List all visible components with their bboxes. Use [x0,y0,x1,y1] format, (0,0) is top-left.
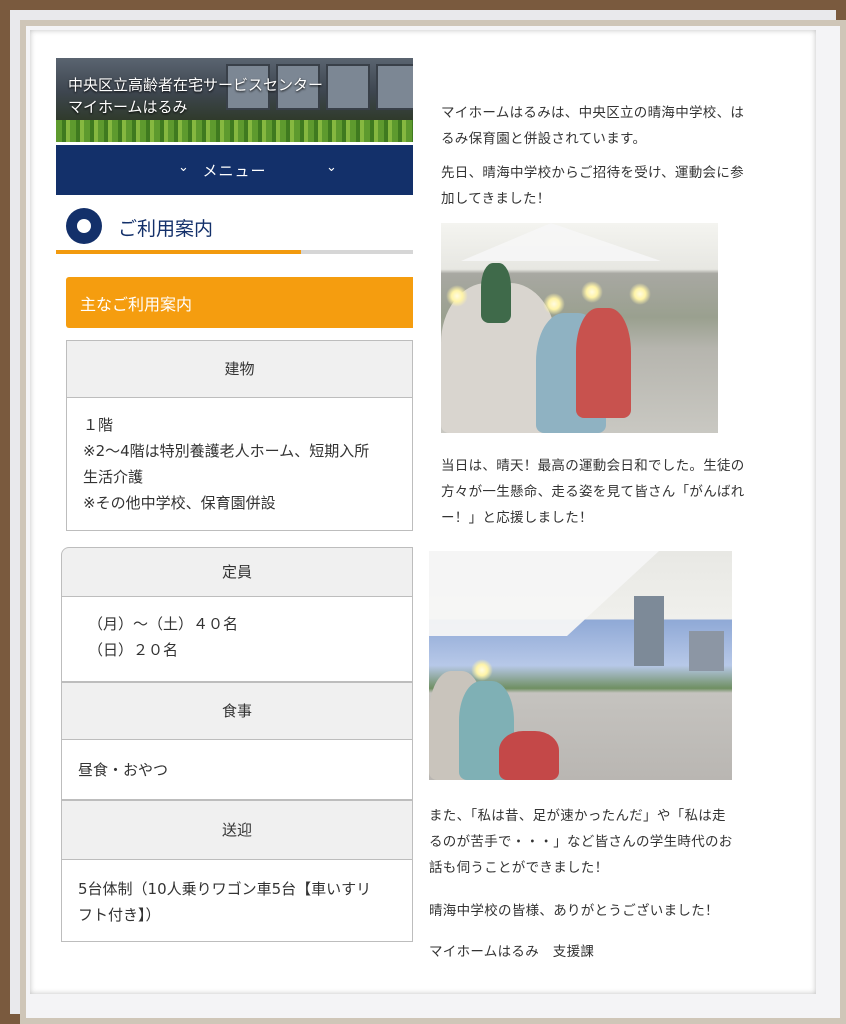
capacity-line: （月）〜（土）４０名 [88,615,239,633]
section-title: ご利用案内 [118,218,214,240]
meal-label: 食事 [221,702,252,720]
article-signature: マイホームはるみ 支援課 [429,944,595,960]
sparkle-icon [446,285,468,307]
article-paragraph-1: マイホームはるみは、中央区立の晴海中学校、は るみ保育園と併設されています。 [441,100,744,152]
table-header-transport: 送迎 [61,800,413,860]
subheading-box: 主なご利用案内 [66,277,413,328]
text-line: 方々が一生懸命、走る姿を見て皆さん「がんばれ [441,484,745,500]
site-title: 中央区立高齢者在宅サービスセンター マイホームはるみ [68,74,323,118]
tent-canopy [461,223,661,261]
meal-value: 昼食・おやつ [78,761,169,779]
menu-bar[interactable]: ⌄ メニュー ⌄ [56,145,413,195]
building-line: １階 [83,416,114,434]
article-paragraph-4: また、「私は昔、足が速かったんだ」や「私は走 るのが苦手で・・・」など皆さんの学… [429,803,733,881]
menu-label: メニュー [202,162,267,180]
article-paragraph-3: 当日は、晴天！最高の運動会日和でした。生徒の 方々が一生懸命、走る姿を見て皆さん… [441,453,745,531]
sparkle-icon [543,293,565,315]
site-title-line2: マイホームはるみ [68,98,188,116]
sparkle-icon [629,283,651,305]
article-paragraph-2: 先日、晴海中学校からご招待を受け、運動会に参 加してきました！ [441,160,744,212]
section-underline-accent [56,250,301,254]
sparkle-icon [581,281,603,303]
text-line: また、「私は昔、足が速かったんだ」や「私は走 [429,808,726,824]
text-line: るのが苦手で・・・」など皆さんの学生時代のお [429,834,733,850]
spectator [576,308,631,418]
text-line: 話も伺うことができました！ [429,860,609,876]
capacity-line: （日）２０名 [88,641,179,659]
table-cell-capacity: （月）〜（土）４０名 （日）２０名 [61,597,413,682]
building [634,596,664,666]
section-header: ご利用案内 [56,200,413,256]
table-header-capacity: 定員 [61,547,413,597]
table-cell-transport: 5台体制（10人乗りワゴン車5台【車いすリ フト付き】） [61,860,413,942]
text-line: ー！」と応援しました！ [441,510,593,526]
spectator [499,731,559,780]
text-line: マイホームはるみは、中央区立の晴海中学校、は [441,105,745,121]
table-header-building: 建物 [66,340,413,398]
capacity-label: 定員 [221,563,252,581]
site-title-line1: 中央区立高齢者在宅サービスセンター [68,76,324,94]
tent-canopy [429,551,659,636]
table-cell-meal: 昼食・おやつ [61,740,413,800]
text-line: 先日、晴海中学校からご招待を受け、運動会に参 [441,165,744,181]
subheading-label: 主なご利用案内 [80,295,193,314]
building-line: 生活介護 [83,468,144,486]
circle-bullet-icon [66,208,102,244]
building-line: ※2〜4階は特別養護老人ホーム、短期入所 [83,442,370,460]
transport-line: 5台体制（10人乗りワゴン車5台【車いすリ [78,880,372,898]
hedge-plants [56,120,413,142]
article-paragraph-5: 晴海中学校の皆様、ありがとうございました！ [429,903,719,919]
transport-label: 送迎 [221,821,252,839]
building-line: ※その他中学校、保育園併設 [83,494,276,512]
text-line: 当日は、晴天！最高の運動会日和でした。生徒の [441,458,745,474]
text-line: るみ保育園と併設されています。 [441,131,647,147]
spectator [481,263,511,323]
sports-day-photo-1 [441,223,718,433]
chevron-down-icon: ⌄ [326,160,337,175]
building [689,631,724,671]
table-cell-building: １階 ※2〜4階は特別養護老人ホーム、短期入所 生活介護 ※その他中学校、保育園… [66,398,413,531]
building-window [376,64,413,110]
sports-day-photo-2 [429,551,732,780]
header-banner: 中央区立高齢者在宅サービスセンター マイホームはるみ [56,58,413,142]
building-label: 建物 [224,360,255,378]
sparkle-icon [471,659,493,681]
building-window [326,64,370,110]
transport-line: フト付き】） [78,906,161,924]
table-header-meal: 食事 [61,682,413,740]
text-line: 加してきました！ [441,191,551,207]
